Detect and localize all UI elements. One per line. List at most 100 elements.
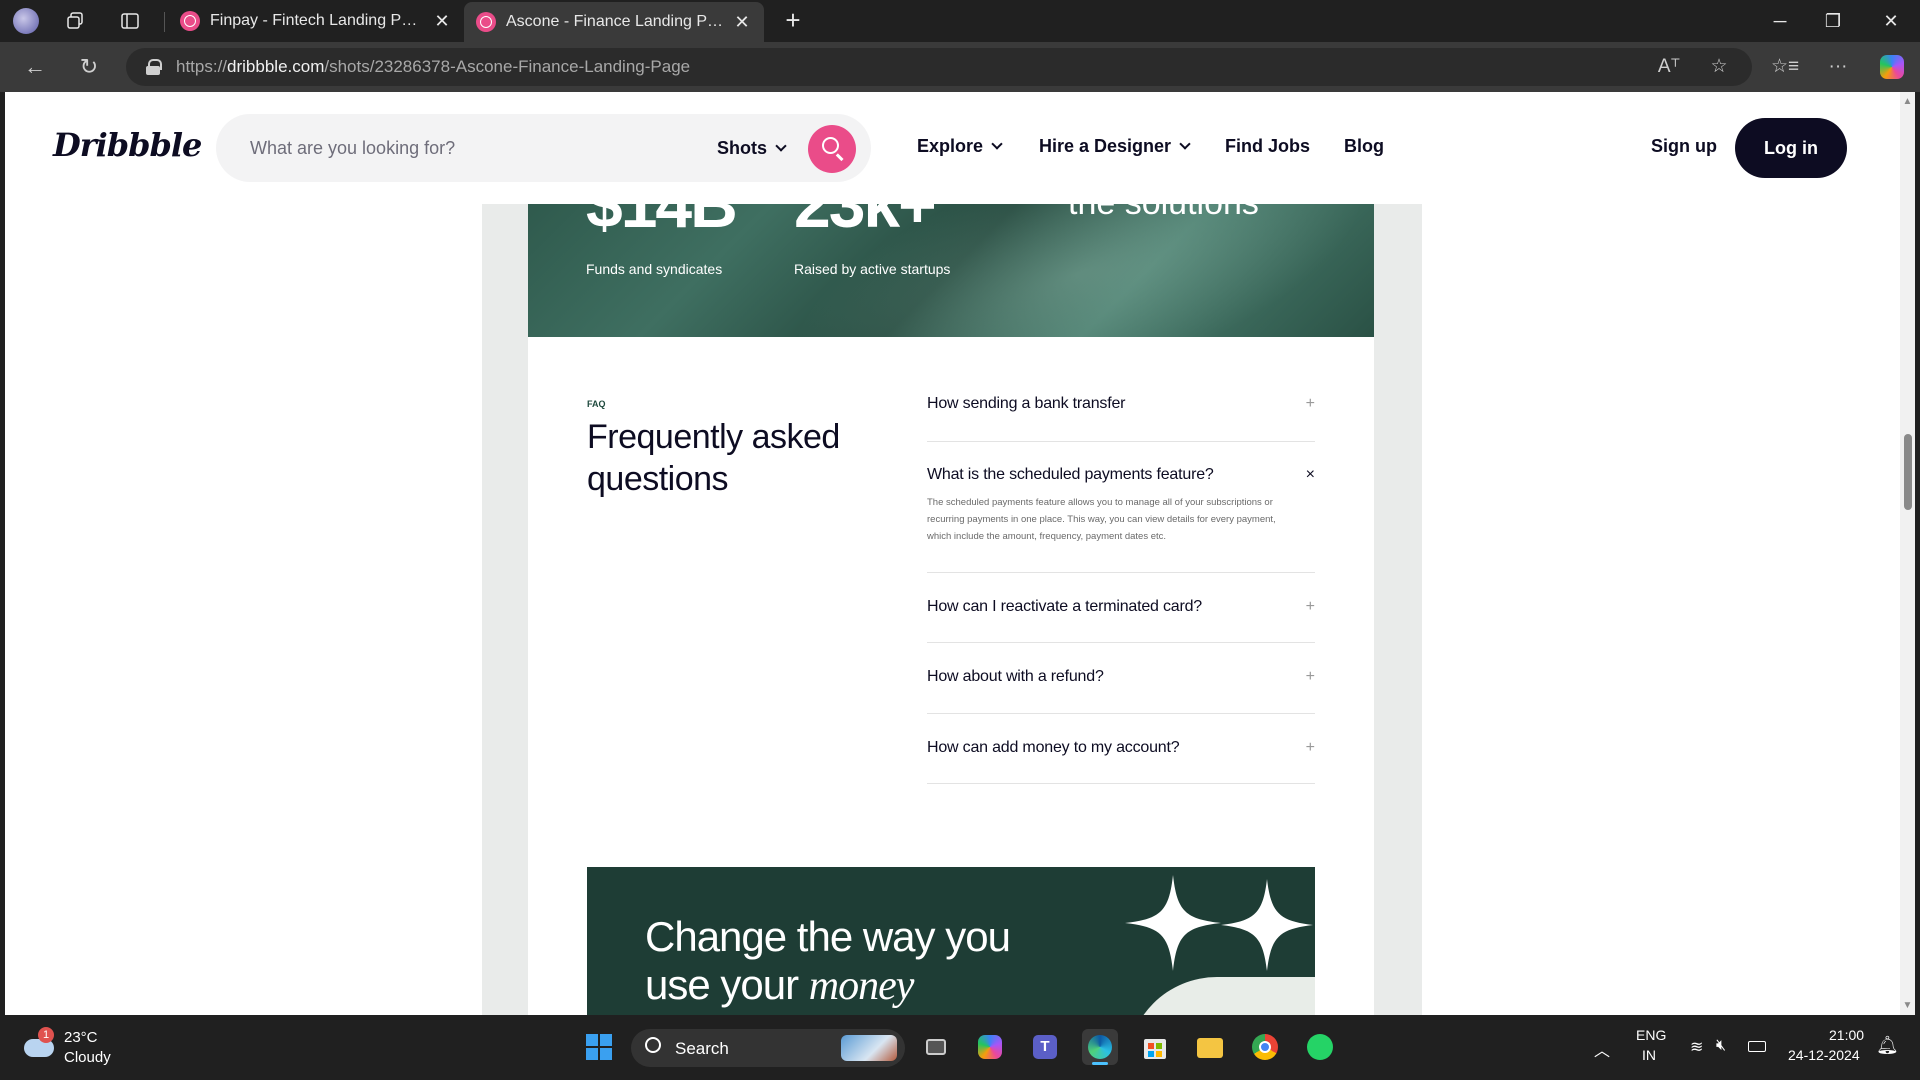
faq-item[interactable]: How about with a refund? + <box>927 643 1315 714</box>
more-options-icon[interactable]: ··· <box>1823 52 1853 82</box>
clock-date[interactable]: 24-12-2024 <box>1788 1047 1860 1063</box>
faq-question: How sending a bank transfer <box>927 395 1126 412</box>
faq-tag: FAQ <box>587 399 606 409</box>
windows-start-icon[interactable] <box>581 1029 617 1065</box>
plus-icon: + <box>1305 739 1315 756</box>
login-button[interactable]: Log in <box>1735 118 1847 178</box>
url-field[interactable]: https://dribbble.com/shots/23286378-Asco… <box>126 48 1752 86</box>
close-tab-icon[interactable]: ✕ <box>732 12 752 33</box>
search-icon-handle <box>836 153 844 161</box>
stat-value: $14B <box>586 204 738 241</box>
search-icon <box>822 137 839 154</box>
taskbar-search-label: Search <box>675 1039 729 1058</box>
tab-title: Finpay - Fintech Landing Page by <box>210 12 426 29</box>
faq-question: What is the scheduled payments feature? <box>927 466 1214 483</box>
windows-taskbar: 1 23°C Cloudy Search T ︿ ENG IN ≋ 🔇︎ 21:… <box>0 1015 1920 1080</box>
nav-find-jobs[interactable]: Find Jobs <box>1225 136 1310 157</box>
stat-value: 23k+ <box>794 204 937 241</box>
weather-widget[interactable]: 1 23°C Cloudy <box>20 1025 130 1071</box>
chrome-icon[interactable] <box>1247 1029 1283 1065</box>
faq-item-open[interactable]: What is the scheduled payments feature? … <box>927 442 1315 573</box>
restore-button[interactable]: ❐ <box>1813 6 1853 36</box>
decorative-shape <box>1127 977 1315 1015</box>
tab-ascone[interactable]: Ascone - Finance Landing Page by ✕ <box>464 2 764 42</box>
faq-question: How can add money to my account? <box>927 739 1180 756</box>
faq-list: How sending a bank transfer + What is th… <box>927 372 1315 784</box>
microsoft-store-icon[interactable] <box>1137 1029 1173 1065</box>
faq-title: Frequently asked questions <box>587 418 840 498</box>
faq-item[interactable]: How can I reactivate a terminated card? … <box>927 573 1315 643</box>
nav-blog[interactable]: Blog <box>1344 136 1384 157</box>
cta-title: Change the way you use your money <box>645 913 1011 1010</box>
stat-label: Funds and syndicates <box>586 261 723 277</box>
faq-answer: The scheduled payments feature allows yo… <box>927 497 1276 542</box>
taskbar-search[interactable]: Search <box>631 1029 905 1067</box>
dribbble-logo[interactable]: Dribbble <box>53 126 202 164</box>
dribbble-header: Dribbble Shots Explore Hire a Designer F… <box>5 92 1900 204</box>
faq-item[interactable]: How can add money to my account? + <box>927 714 1315 784</box>
read-aloud-icon[interactable]: A⸆ <box>1654 52 1684 82</box>
battery-icon[interactable] <box>1748 1041 1766 1052</box>
shot-image: $14B Funds and syndicates 23k+ Raised by… <box>528 204 1374 1015</box>
chevron-down-icon <box>775 139 787 152</box>
url-text: https://dribbble.com/shots/23286378-Asco… <box>176 57 691 76</box>
task-view-icon[interactable] <box>918 1029 954 1065</box>
chevron-down-icon <box>1179 138 1191 150</box>
file-explorer-icon[interactable] <box>1192 1029 1228 1065</box>
close-window-button[interactable]: ✕ <box>1871 6 1911 36</box>
teams-icon[interactable]: T <box>1027 1029 1063 1065</box>
profile-avatar-icon[interactable] <box>12 7 40 35</box>
copilot-icon[interactable] <box>972 1029 1008 1065</box>
volume-muted-icon[interactable]: 🔇︎ <box>1716 1037 1726 1055</box>
copilot-icon[interactable] <box>1877 52 1907 82</box>
scroll-up-arrow-icon[interactable]: ▲ <box>1900 94 1915 109</box>
search-button[interactable] <box>808 125 856 173</box>
nav-hire-designer[interactable]: Hire a Designer <box>1039 136 1191 157</box>
favorites-list-icon[interactable]: ☆≡ <box>1770 52 1800 82</box>
faq-item[interactable]: How sending a bank transfer + <box>927 372 1315 442</box>
wifi-icon[interactable]: ≋ <box>1690 1037 1703 1057</box>
hero-stats-banner: $14B Funds and syndicates 23k+ Raised by… <box>528 204 1374 337</box>
notification-bell-icon[interactable]: 🔔︎ <box>1876 1035 1899 1056</box>
language-secondary[interactable]: IN <box>1642 1047 1656 1063</box>
back-arrow-icon[interactable]: ← <box>20 52 50 82</box>
new-tab-button[interactable]: + <box>778 6 808 36</box>
search-highlight-image <box>841 1035 897 1061</box>
favorite-star-icon[interactable]: ☆ <box>1704 52 1734 82</box>
page-scrollbar[interactable]: ▲ ▼ <box>1900 92 1915 1015</box>
cta-banner: Change the way you use your money <box>587 867 1315 1015</box>
search-box: Shots <box>216 114 871 182</box>
nav-explore-label: Explore <box>917 136 984 156</box>
scrollbar-thumb[interactable] <box>1904 434 1912 510</box>
search-scope-select[interactable]: Shots <box>717 114 787 182</box>
nav-explore[interactable]: Explore <box>917 136 1003 157</box>
hero-cut-text: the solutions <box>1068 204 1259 223</box>
plus-icon: + <box>1305 598 1315 615</box>
minimize-button[interactable]: ─ <box>1760 6 1800 36</box>
refresh-icon[interactable]: ↻ <box>74 52 104 82</box>
vertical-tabs-icon[interactable] <box>116 7 144 35</box>
dribbble-favicon-icon <box>180 11 200 31</box>
chevron-up-icon[interactable]: ︿ <box>1594 1037 1610 1061</box>
edge-browser-icon[interactable] <box>1082 1029 1118 1065</box>
faq-question: How about with a refund? <box>927 668 1104 685</box>
workspaces-icon[interactable] <box>62 7 90 35</box>
plus-icon: + <box>1305 668 1315 685</box>
signup-link[interactable]: Sign up <box>1651 136 1717 157</box>
search-input[interactable] <box>248 114 688 182</box>
dribbble-favicon-icon <box>476 12 496 32</box>
page-viewport: Dribbble Shots Explore Hire a Designer F… <box>5 92 1900 1015</box>
plus-icon: + <box>1305 395 1315 412</box>
weather-temp: 23°C <box>64 1029 98 1046</box>
clock-time[interactable]: 21:00 <box>1829 1027 1864 1043</box>
tab-separator <box>164 12 165 32</box>
nav-hire-label: Hire a Designer <box>1039 136 1172 156</box>
close-icon: × <box>1305 466 1315 483</box>
close-tab-icon[interactable]: ✕ <box>432 11 452 32</box>
scroll-down-arrow-icon[interactable]: ▼ <box>1900 998 1915 1013</box>
faq-question: How can I reactivate a terminated card? <box>927 598 1203 615</box>
tab-finpay[interactable]: Finpay - Fintech Landing Page by ✕ <box>168 0 464 42</box>
whatsapp-icon[interactable] <box>1302 1029 1338 1065</box>
language-primary[interactable]: ENG <box>1636 1027 1666 1043</box>
search-icon <box>645 1037 661 1053</box>
